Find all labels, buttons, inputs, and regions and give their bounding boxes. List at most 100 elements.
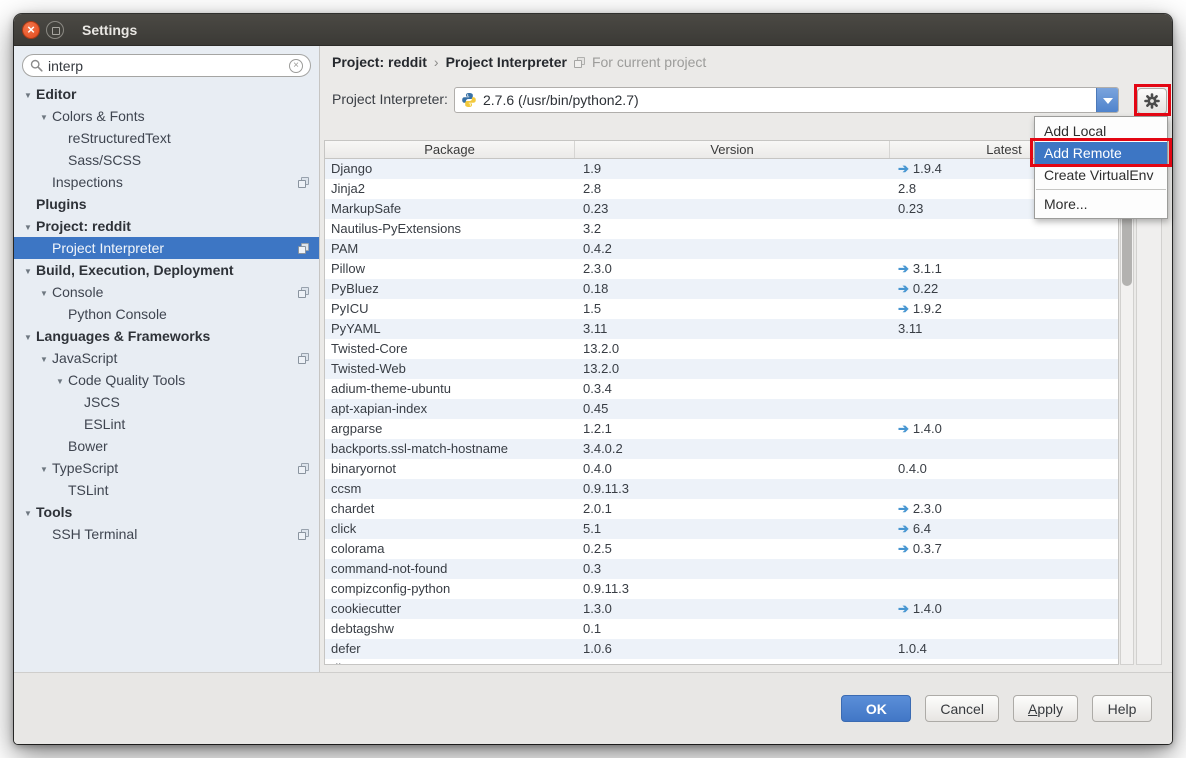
column-header-version[interactable]: Version [575,141,890,158]
sidebar-item-tools[interactable]: ▼Tools [14,501,319,523]
package-name: apt-xapian-index [325,399,575,419]
chevron-down-icon[interactable]: ▼ [36,283,52,305]
sidebar-item-javascript[interactable]: ▼JavaScript [14,347,319,369]
sidebar-item-sass-scss[interactable]: Sass/SCSS [14,149,319,171]
sidebar-item-label: Sass/SCSS [68,152,141,168]
package-latest: 13.08 [890,659,1118,665]
sidebar-item-ssh-terminal[interactable]: SSH Terminal [14,523,319,545]
table-row[interactable]: Jinja22.82.8 [325,179,1118,199]
table-row[interactable]: backports.ssl-match-hostname3.4.0.2 [325,439,1118,459]
sidebar-item-code-quality-tools[interactable]: ▼Code Quality Tools [14,369,319,391]
sidebar-item-bower[interactable]: Bower [14,435,319,457]
chevron-down-icon[interactable]: ▼ [36,349,52,371]
table-row[interactable]: binaryornot0.4.00.4.0 [325,459,1118,479]
table-row[interactable]: MarkupSafe0.230.23 [325,199,1118,219]
sidebar-item-label: Project Interpreter [52,240,164,256]
sidebar-item-label: Languages & Frameworks [36,328,210,344]
apply-button[interactable]: Apply [1013,695,1078,722]
table-row[interactable]: Twisted-Web13.2.0 [325,359,1118,379]
sidebar-item-eslint[interactable]: ESLint [14,413,319,435]
table-row[interactable]: colorama0.2.5➔0.3.7 [325,539,1118,559]
table-row[interactable]: debtagshw0.1 [325,619,1118,639]
package-latest: ➔1.9.2 [890,299,1118,319]
interpreter-value: 2.7.6 (/usr/bin/python2.7) [483,92,639,108]
table-row[interactable]: PyYAML3.113.11 [325,319,1118,339]
table-row[interactable]: Django1.9➔1.9.4 [325,159,1118,179]
shared-settings-icon [298,243,309,254]
table-row[interactable]: Pillow2.3.0➔3.1.1 [325,259,1118,279]
sidebar-item-inspections[interactable]: Inspections [14,171,319,193]
package-name: Pillow [325,259,575,279]
table-row[interactable]: ccsm0.9.11.3 [325,479,1118,499]
table-row[interactable]: click5.1➔6.4 [325,519,1118,539]
package-version: 0.3 [575,559,890,579]
shared-settings-icon [298,177,309,188]
package-version: 13.2.0 [575,359,890,379]
table-row[interactable]: Twisted-Core13.2.0 [325,339,1118,359]
table-row[interactable]: apt-xapian-index0.45 [325,399,1118,419]
table-row[interactable]: command-not-found0.3 [325,559,1118,579]
package-latest: ➔6.4 [890,519,1118,539]
package-latest: ➔2.3.0 [890,499,1118,519]
table-row[interactable]: cookiecutter1.3.0➔1.4.0 [325,599,1118,619]
chevron-down-icon[interactable]: ▼ [20,261,36,283]
cancel-button[interactable]: Cancel [925,695,999,722]
sidebar-item-restructuredtext[interactable]: reStructuredText [14,127,319,149]
chevron-down-icon[interactable]: ▼ [36,107,52,129]
clear-search-icon[interactable]: × [289,59,303,73]
sidebar-item-typescript[interactable]: ▼TypeScript [14,457,319,479]
combobox-dropdown-arrow[interactable] [1096,88,1118,112]
sidebar-item-project-reddit[interactable]: ▼Project: reddit [14,215,319,237]
ok-button[interactable]: OK [841,695,911,722]
upgrade-arrow-icon: ➔ [898,521,909,536]
sidebar-item-project-interpreter[interactable]: Project Interpreter [14,237,319,259]
interpreter-gear-button[interactable] [1137,88,1167,114]
table-row[interactable]: chardet2.0.1➔2.3.0 [325,499,1118,519]
help-button[interactable]: Help [1092,695,1152,722]
table-row[interactable]: defer1.0.61.0.4 [325,639,1118,659]
chevron-down-icon[interactable]: ▼ [20,85,36,107]
chevron-down-icon[interactable]: ▼ [36,459,52,481]
table-row[interactable]: Nautilus-PyExtensions3.2 [325,219,1118,239]
interpreter-combobox[interactable]: 2.7.6 (/usr/bin/python2.7) [454,87,1119,113]
table-row[interactable]: PAM0.4.2 [325,239,1118,259]
package-version: 0.3.4 [575,379,890,399]
package-version: 0.9.11.3 [575,479,890,499]
table-row[interactable]: adium-theme-ubuntu0.3.4 [325,379,1118,399]
table-row[interactable]: compizconfig-python0.9.11.3 [325,579,1118,599]
table-row[interactable]: PyICU1.5➔1.9.2 [325,299,1118,319]
sidebar-item-jscs[interactable]: JSCS [14,391,319,413]
window-close-button[interactable] [22,21,40,39]
menu-item-more[interactable]: More... [1035,193,1167,215]
sidebar-item-plugins[interactable]: Plugins [14,193,319,215]
package-version: 2.0.1 [575,499,890,519]
sidebar-item-languages-frameworks[interactable]: ▼Languages & Frameworks [14,325,319,347]
package-latest: ➔3.1.1 [890,259,1118,279]
package-version: 0.18 [575,279,890,299]
titlebar: Settings [14,14,1172,46]
menu-item-create-virtualenv[interactable]: Create VirtualEnv [1035,164,1167,186]
chevron-down-icon[interactable]: ▼ [20,217,36,239]
chevron-down-icon[interactable]: ▼ [52,371,68,393]
table-row[interactable]: dirspec13.1013.08 [325,659,1118,665]
menu-item-add-local[interactable]: Add Local [1035,120,1167,142]
chevron-down-icon[interactable]: ▼ [20,327,36,349]
table-row[interactable]: argparse1.2.1➔1.4.0 [325,419,1118,439]
sidebar-item-label: ESLint [84,416,125,432]
sidebar-item-python-console[interactable]: Python Console [14,303,319,325]
sidebar-item-console[interactable]: ▼Console [14,281,319,303]
sidebar-item-editor[interactable]: ▼Editor [14,83,319,105]
menu-item-add-remote[interactable]: Add Remote [1035,142,1167,164]
interpreter-label: Project Interpreter: [332,91,448,107]
sidebar-item-build-execution-deployment[interactable]: ▼Build, Execution, Deployment [14,259,319,281]
package-latest [890,579,1118,599]
sidebar-item-tslint[interactable]: TSLint [14,479,319,501]
package-name: Twisted-Web [325,359,575,379]
column-header-package[interactable]: Package [325,141,575,158]
sidebar-item-label: Colors & Fonts [52,108,145,124]
sidebar-item-colors-fonts[interactable]: ▼Colors & Fonts [14,105,319,127]
settings-search-input[interactable]: interp × [22,54,311,77]
table-row[interactable]: PyBluez0.18➔0.22 [325,279,1118,299]
window-maximize-button[interactable] [46,21,64,39]
chevron-down-icon[interactable]: ▼ [20,503,36,525]
